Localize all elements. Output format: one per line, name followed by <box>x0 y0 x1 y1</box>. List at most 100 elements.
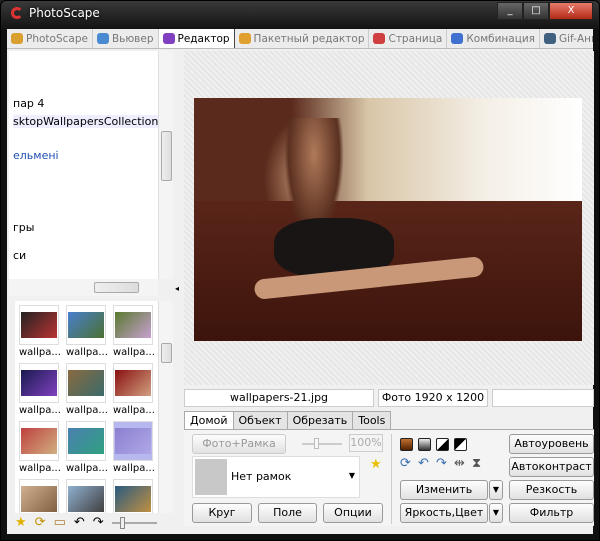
thumbnail-label: wallpa... <box>19 405 61 416</box>
thumbnail-image <box>68 428 104 454</box>
thumbnail-image <box>115 486 151 512</box>
sharpen-button[interactable]: Резкость <box>509 480 594 500</box>
thumbnail[interactable]: wallpa... <box>113 305 155 358</box>
thumbnail-label: wallpa... <box>19 347 61 358</box>
panel-tab-3[interactable]: Tools <box>352 411 392 430</box>
thumbnail[interactable]: wallpa... <box>66 305 108 358</box>
dimensions-label: Фото 1920 x 1200 <box>378 389 488 407</box>
filename-label: wallpapers-21.jpg <box>184 389 374 407</box>
circle-button[interactable]: Круг <box>192 503 252 523</box>
tab-icon <box>544 33 556 44</box>
tab-3[interactable]: Пакетный редактор <box>235 29 370 48</box>
thumbnail[interactable]: wallpa... <box>19 363 61 416</box>
tree-item[interactable]: ельмені <box>13 149 59 162</box>
tab-label: Вьювер <box>111 32 154 45</box>
panel-tab-1[interactable]: Объект <box>232 411 288 430</box>
app-logo-icon <box>11 7 23 19</box>
zoom-field[interactable]: 100% <box>349 434 383 452</box>
window-title: PhotoScape <box>29 6 100 20</box>
thumbnail[interactable]: wallpa... <box>113 421 155 474</box>
flip-horizontal-icon[interactable]: ⇹ <box>454 456 465 471</box>
thumbnail[interactable] <box>66 479 108 513</box>
panel-tab-0[interactable]: Домой <box>184 411 234 430</box>
rotate-right-icon[interactable]: ↷ <box>436 456 447 471</box>
thumb-size-slider[interactable] <box>111 516 157 529</box>
tree-item[interactable]: си <box>13 249 26 262</box>
thumbnail-grid: wallpa... wallpa... wallpa... wallpa... wall… <box>15 301 158 513</box>
favorite-star-icon[interactable]: ★ <box>370 457 382 472</box>
thumbnail[interactable]: wallpa... <box>66 421 108 474</box>
grayscale-icon[interactable] <box>418 438 431 451</box>
title-bar: PhotoScape <box>11 6 100 20</box>
home-panel: Фото+Рамка 100% Нет рамок ▼ ★ Круг Поле … <box>184 429 594 526</box>
maximize-button[interactable]: □ <box>523 2 549 20</box>
tab-6[interactable]: Gif-Анимация <box>540 29 593 48</box>
tab-label: Редактор <box>177 32 230 45</box>
scroll-thumb[interactable] <box>161 343 172 363</box>
thumbnail-label: wallpa... <box>66 405 108 416</box>
thumbnail-image <box>115 370 151 396</box>
tree-item[interactable]: гры <box>13 221 34 234</box>
tab-label: Пакетный редактор <box>253 32 365 45</box>
resize-button[interactable]: Изменить <box>400 480 488 500</box>
tab-4[interactable]: Страница <box>369 29 448 48</box>
frame-select[interactable]: Нет рамок ▼ <box>192 456 360 498</box>
options-button[interactable]: Опции <box>323 503 383 523</box>
minimize-button[interactable]: _ <box>497 2 523 20</box>
brightness-color-button[interactable]: Яркость,Цвет <box>400 503 488 523</box>
thumbnail[interactable] <box>113 479 155 513</box>
thumb-scrollbar[interactable] <box>158 301 173 513</box>
tree-scrollbar[interactable] <box>158 51 173 279</box>
undo-arrow-icon[interactable]: ↶ <box>74 515 85 530</box>
thumbnail-label: wallpa... <box>19 463 61 474</box>
thumbnail[interactable] <box>19 479 61 513</box>
field-button[interactable]: Поле <box>258 503 317 523</box>
autolevel-button[interactable]: Автоуровень <box>509 434 594 454</box>
thumbnail-label: wallpa... <box>113 463 155 474</box>
tab-icon <box>11 33 23 44</box>
thumbnail-image <box>115 428 151 454</box>
redo-arrow-icon[interactable]: ↷ <box>93 515 104 530</box>
rotate-left-icon[interactable]: ↶ <box>418 456 429 471</box>
thumbnail-label: wallpa... <box>66 347 108 358</box>
tree-hscrollbar[interactable] <box>9 279 158 296</box>
tab-1[interactable]: Вьювер <box>93 29 159 48</box>
thumbnail-label: wallpa... <box>113 405 155 416</box>
hscroll-thumb[interactable] <box>94 282 139 293</box>
folder-icon[interactable]: ▭ <box>54 515 66 530</box>
tree-item[interactable]: пар 4 <box>13 97 44 110</box>
negative-icon[interactable] <box>454 438 467 451</box>
frame-select-value: Нет рамок <box>231 470 292 483</box>
tab-5[interactable]: Комбинация <box>447 29 540 48</box>
favorite-star-icon[interactable]: ★ <box>15 515 27 530</box>
thumbnail[interactable]: wallpa... <box>19 305 61 358</box>
main-tabs: PhotoScape Вьювер Редактор Пакетный редакто… <box>7 29 593 49</box>
filter-button[interactable]: Фильтр <box>509 503 594 523</box>
tab-2[interactable]: Редактор <box>158 29 235 48</box>
scroll-thumb[interactable] <box>161 131 172 181</box>
tab-label: PhotoScape <box>26 32 88 45</box>
thumbnail[interactable]: wallpa... <box>66 363 108 416</box>
thumbnail-image <box>68 370 104 396</box>
brightness-dropdown[interactable]: ▼ <box>489 503 503 523</box>
thumbnail[interactable]: wallpa... <box>113 363 155 416</box>
tree-item-selected[interactable]: sktopWallpapersCollection186 <box>13 115 158 128</box>
panel-tab-2[interactable]: Обрезать <box>286 411 354 430</box>
folder-tree: пар 4 sktopWallpapersCollection186 ельме… <box>9 51 158 279</box>
app-window: PhotoScape _ □ X PhotoScape Вьювер Редакто… <box>0 0 600 541</box>
collapse-arrow-icon[interactable]: ◂ <box>175 284 179 293</box>
thumbnail-image <box>115 312 151 338</box>
tab-0[interactable]: PhotoScape <box>7 29 93 48</box>
sepia-icon[interactable] <box>400 438 413 451</box>
rotate-icon[interactable]: ⟳ <box>35 515 46 530</box>
close-button[interactable]: X <box>549 2 593 20</box>
image-canvas[interactable] <box>184 51 594 385</box>
frame-slider[interactable] <box>302 438 342 449</box>
flip-vertical-icon[interactable]: ⧗ <box>472 456 481 471</box>
rotate-icon[interactable]: ⟳ <box>400 456 411 471</box>
autocontrast-button[interactable]: Автоконтраст <box>509 457 594 477</box>
photo-frame-button[interactable]: Фото+Рамка <box>192 434 286 454</box>
thumbnail[interactable]: wallpa... <box>19 421 61 474</box>
bw-icon[interactable] <box>436 438 449 451</box>
resize-dropdown[interactable]: ▼ <box>489 480 503 500</box>
